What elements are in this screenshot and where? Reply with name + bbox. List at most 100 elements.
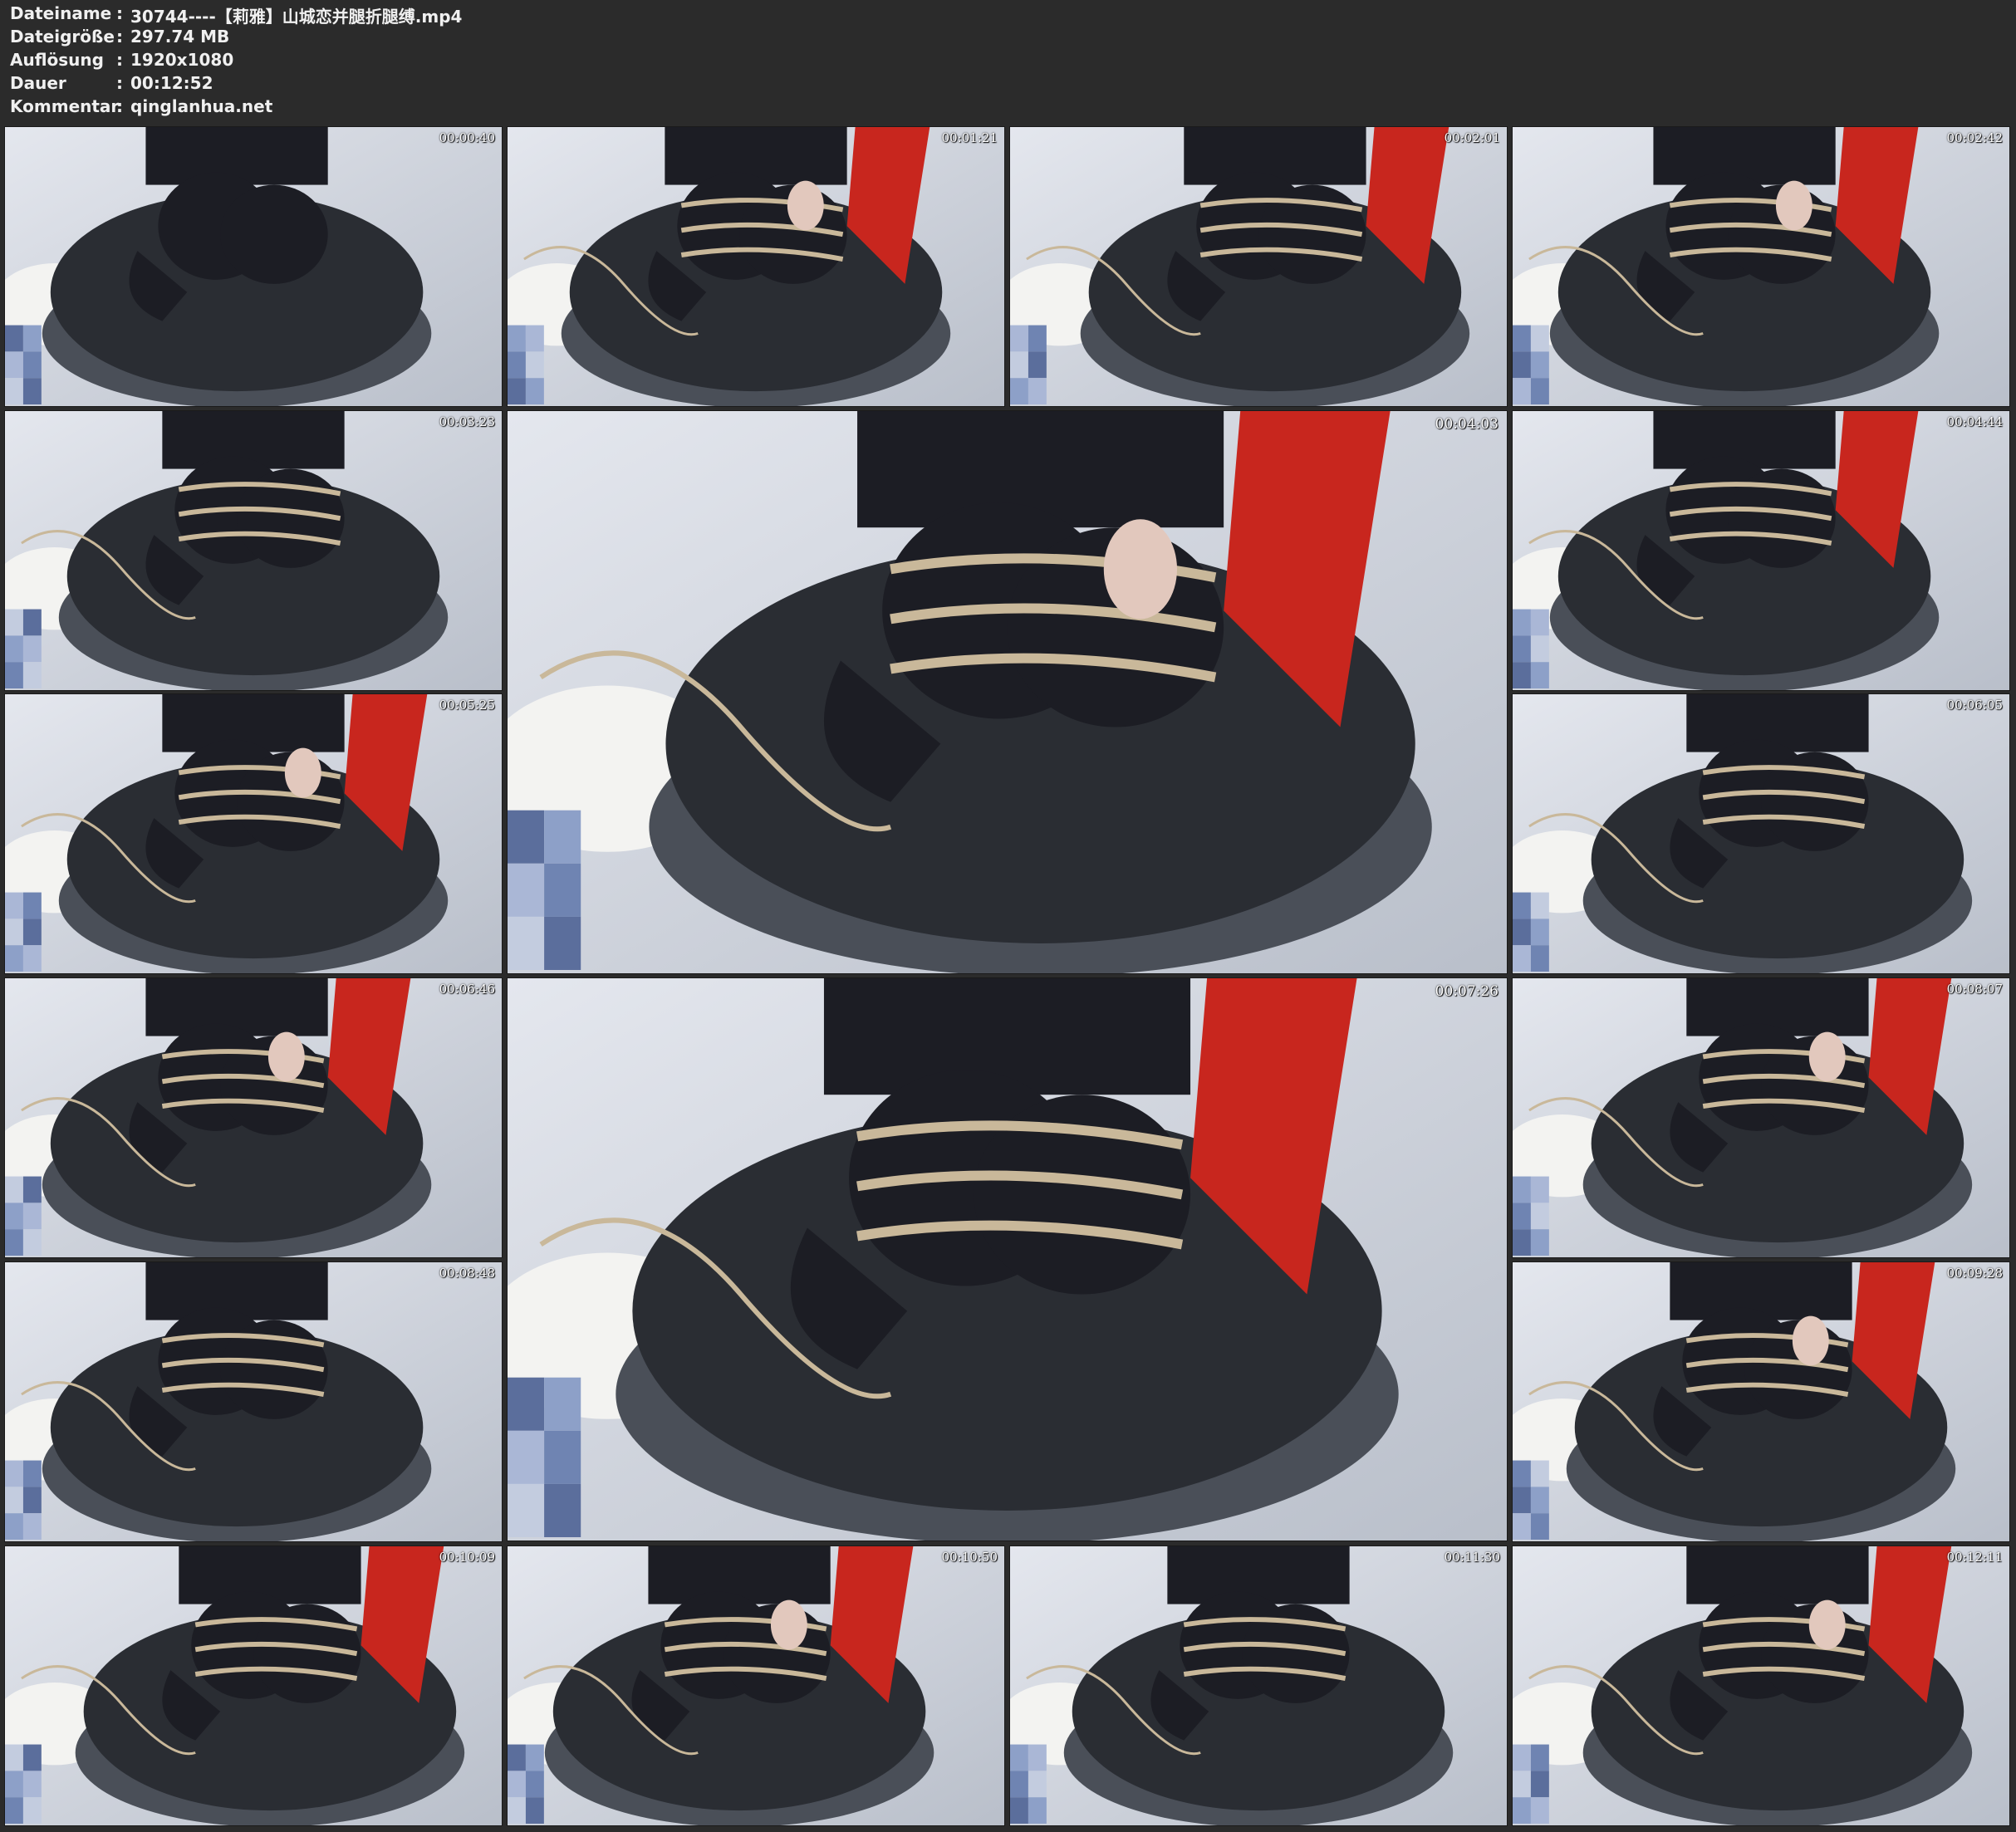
mosaic-block xyxy=(1530,1229,1549,1256)
mosaic-block xyxy=(22,945,42,972)
hand xyxy=(1808,1599,1846,1650)
mosaic-block xyxy=(1513,1744,1531,1771)
mosaic-block xyxy=(22,351,42,379)
mosaic-block xyxy=(5,378,23,405)
thumbnail-frame[interactable]: 00:12:11 xyxy=(1512,1545,2010,1826)
mosaic-block xyxy=(1010,351,1028,379)
comment-value: qinglanhua.net xyxy=(130,96,273,116)
mosaic-block xyxy=(1513,945,1531,972)
thumbnail-frame[interactable]: 00:08:07 xyxy=(1512,977,2010,1258)
hand xyxy=(1775,180,1812,231)
mosaic-block xyxy=(525,1797,544,1825)
thumbnail-frame[interactable]: 00:04:44 xyxy=(1512,410,2010,691)
mosaic-block xyxy=(544,810,581,864)
filename-label: Dateiname xyxy=(10,3,112,23)
filename-value: 30744----【莉雅】山城恋并腿折腿缚.mp4 xyxy=(130,7,463,27)
mosaic-block xyxy=(508,351,526,379)
mosaic-block xyxy=(508,1771,526,1798)
mosaic-block xyxy=(1530,325,1549,352)
thumbnail-frame[interactable]: 00:09:28 xyxy=(1512,1261,2010,1542)
separator: : xyxy=(116,96,123,116)
thumbnail-frame[interactable]: 00:01:21 xyxy=(507,126,1005,407)
thumbnail-frame[interactable]: 00:11:30 xyxy=(1009,1545,1508,1826)
hand xyxy=(284,747,321,798)
mosaic-block xyxy=(1530,1460,1549,1487)
timestamp-label: 00:02:42 xyxy=(1946,130,2003,145)
frame-image xyxy=(1513,1262,2009,1541)
mosaic-block xyxy=(525,351,544,379)
mosaic-block xyxy=(1010,325,1028,352)
mosaic-block xyxy=(5,662,23,689)
timestamp-label: 00:00:40 xyxy=(439,130,495,145)
mosaic-block xyxy=(1513,1460,1531,1487)
thumbnail-frame[interactable]: 00:06:05 xyxy=(1512,693,2010,974)
duration-value: 00:12:52 xyxy=(130,73,213,93)
mosaic-block xyxy=(1513,635,1531,663)
mosaic-block xyxy=(544,863,581,917)
timestamp-label: 00:05:25 xyxy=(439,698,495,713)
mosaic-block xyxy=(22,1203,42,1230)
frame-image xyxy=(508,411,1507,973)
mosaic-block xyxy=(1513,1513,1531,1541)
separator: : xyxy=(116,73,123,93)
mosaic-block xyxy=(508,1377,545,1431)
thumbnail-frame[interactable]: 00:10:09 xyxy=(4,1545,503,1826)
timestamp-label: 00:10:09 xyxy=(439,1550,495,1565)
mosaic-block xyxy=(544,1377,581,1431)
mosaic-block xyxy=(1513,1797,1531,1825)
mosaic-block xyxy=(1028,1771,1047,1798)
mosaic-block xyxy=(1010,1744,1028,1771)
mosaic-block xyxy=(22,892,42,919)
mosaic-block xyxy=(5,635,23,663)
thumbnail-frame[interactable]: 00:05:25 xyxy=(4,693,503,974)
frame-image xyxy=(1010,127,1507,406)
mosaic-block xyxy=(1530,635,1549,663)
mosaic-block xyxy=(1530,1797,1549,1825)
mosaic-block xyxy=(5,892,23,919)
mosaic-block xyxy=(5,918,23,946)
mosaic-block xyxy=(1028,1797,1047,1825)
mosaic-block xyxy=(1530,1176,1549,1203)
mosaic-block xyxy=(22,1771,42,1798)
thumbnail-frame[interactable]: 00:02:01 xyxy=(1009,126,1508,407)
thumbnail-frame[interactable]: 00:08:48 xyxy=(4,1261,503,1542)
timestamp-label: 00:04:44 xyxy=(1946,414,2003,429)
mosaic-block xyxy=(5,1460,23,1487)
mosaic-block xyxy=(1513,1203,1531,1230)
mosaic-block xyxy=(525,325,544,352)
mosaic-block xyxy=(5,1229,23,1256)
timestamp-label: 00:12:11 xyxy=(1946,1550,2003,1565)
hand xyxy=(770,1599,807,1650)
mosaic-block xyxy=(5,1744,23,1771)
mosaic-block xyxy=(1513,1176,1531,1203)
thumbnail-frame[interactable]: 00:06:46 xyxy=(4,977,503,1258)
timestamp-label: 00:07:26 xyxy=(1435,983,1499,1000)
mosaic-block xyxy=(508,325,526,352)
mosaic-block xyxy=(525,1771,544,1798)
timestamp-label: 00:06:05 xyxy=(1946,698,2003,713)
thumbnail-frame-featured[interactable]: 00:07:26 xyxy=(507,977,1508,1541)
thumbnail-frame[interactable]: 00:03:23 xyxy=(4,410,503,691)
thumbnail-frame-featured[interactable]: 00:04:03 xyxy=(507,410,1508,974)
thumbnail-frame[interactable]: 00:00:40 xyxy=(4,126,503,407)
frame-image xyxy=(5,411,502,690)
mosaic-block xyxy=(544,1483,581,1537)
mosaic-block xyxy=(5,1203,23,1230)
frame-image xyxy=(508,1546,1004,1825)
mosaic-block xyxy=(508,863,545,917)
mosaic-block xyxy=(1513,609,1531,636)
mosaic-block xyxy=(544,916,581,970)
frame-image xyxy=(508,978,1507,1541)
mosaic-block xyxy=(508,378,526,405)
mosaic-block xyxy=(1010,1771,1028,1798)
mosaic-block xyxy=(5,1487,23,1514)
thumbnail-frame[interactable]: 00:10:50 xyxy=(507,1545,1005,1826)
separator: : xyxy=(116,3,123,23)
mosaic-block xyxy=(22,1229,42,1256)
hand xyxy=(267,1031,305,1082)
frame-image xyxy=(1513,411,2009,690)
mosaic-block xyxy=(508,810,545,864)
thumbnail-frame[interactable]: 00:02:42 xyxy=(1512,126,2010,407)
timestamp-label: 00:09:28 xyxy=(1946,1266,2003,1281)
mosaic-block xyxy=(1010,1797,1028,1825)
